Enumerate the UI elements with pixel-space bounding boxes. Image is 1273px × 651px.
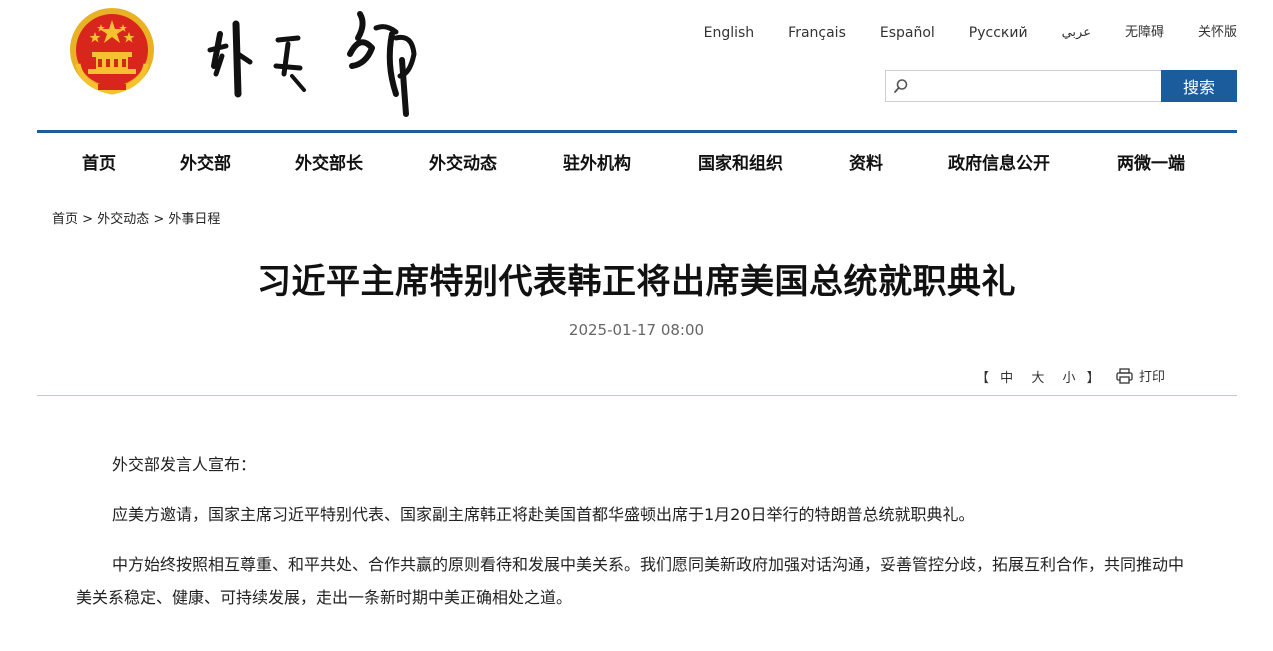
breadcrumb-diplomatic-news[interactable]: 外交动态 — [97, 212, 149, 227]
font-size-bracket-close: 】 — [1086, 371, 1100, 386]
breadcrumb-foreign-affairs-schedule[interactable]: 外事日程 — [168, 212, 220, 227]
site-header: English Français Español Русский عربي 无障… — [0, 0, 1273, 132]
search-field-wrapper — [885, 70, 1161, 102]
lang-russian[interactable]: Русский — [969, 24, 1028, 42]
article-paragraph: 外交部发言人宣布： — [112, 455, 257, 474]
main-nav: 首页 外交部 外交部长 外交动态 驻外机构 国家和组织 资料 政府信息公开 两微… — [37, 133, 1237, 185]
language-bar: English Français Español Русский عربي 无障… — [670, 24, 1237, 42]
breadcrumb-separator: > — [153, 212, 165, 227]
lang-arabic[interactable]: عربي — [1062, 24, 1091, 42]
nav-item-diplomatic-news[interactable]: 外交动态 — [429, 149, 497, 174]
lang-english[interactable]: English — [704, 24, 755, 42]
nav-item-home[interactable]: 首页 — [82, 149, 116, 174]
font-size-bracket-open: 【 — [976, 371, 990, 386]
article-body: 外交部发言人宣布： 应美方邀请，国家主席习近平特别代表、国家副主席韩正将赴美国首… — [76, 448, 1198, 631]
lang-french[interactable]: Français — [788, 24, 846, 42]
nav-item-social-media[interactable]: 两微一端 — [1117, 149, 1185, 174]
font-size-small[interactable]: 小 — [1062, 371, 1075, 386]
font-size-medium[interactable]: 中 — [1000, 371, 1013, 386]
article-divider — [37, 395, 1237, 396]
nav-item-missions-abroad[interactable]: 驻外机构 — [563, 149, 631, 174]
article-date: 2025-01-17 08:00 — [568, 321, 705, 339]
font-size-large[interactable]: 大 — [1031, 371, 1044, 386]
print-label[interactable]: 打印 — [1139, 366, 1165, 385]
article-paragraph: 应美方邀请，国家主席习近平特别代表、国家副主席韩正将赴美国首都华盛顿出席于1月2… — [112, 505, 975, 524]
font-size-controls: 【 中 大 小 】 — [976, 367, 1100, 386]
nav-item-ministry[interactable]: 外交部 — [180, 149, 231, 174]
printer-icon — [1116, 367, 1133, 384]
article-title: 习近平主席特别代表韩正将出席美国总统就职典礼 — [257, 262, 1016, 302]
print-button[interactable]: 打印 — [1116, 366, 1165, 385]
ministry-calligraphy-logo[interactable] — [200, 4, 430, 122]
search-input[interactable] — [914, 71, 1158, 101]
nav-item-resources[interactable]: 资料 — [849, 149, 883, 174]
accessibility-link[interactable]: 无障碍 — [1125, 24, 1164, 42]
nav-item-countries-organizations[interactable]: 国家和组织 — [698, 149, 783, 174]
search-button[interactable]: 搜索 — [1161, 70, 1237, 102]
breadcrumb-home[interactable]: 首页 — [52, 212, 78, 227]
breadcrumb: 首页 > 外交动态 > 外事日程 — [52, 208, 220, 227]
elderly-care-link[interactable]: 关怀版 — [1198, 24, 1237, 42]
search-icon — [894, 79, 908, 93]
nav-item-minister[interactable]: 外交部长 — [295, 149, 363, 174]
breadcrumb-separator: > — [82, 212, 94, 227]
search-bar: 搜索 — [885, 70, 1237, 102]
national-emblem-icon[interactable] — [68, 6, 156, 96]
nav-item-government-info[interactable]: 政府信息公开 — [948, 149, 1050, 174]
article-paragraph: 中方始终按照相互尊重、和平共处、合作共赢的原则看待和发展中美关系。我们愿同美新政… — [76, 555, 1185, 607]
lang-spanish[interactable]: Español — [880, 24, 935, 42]
